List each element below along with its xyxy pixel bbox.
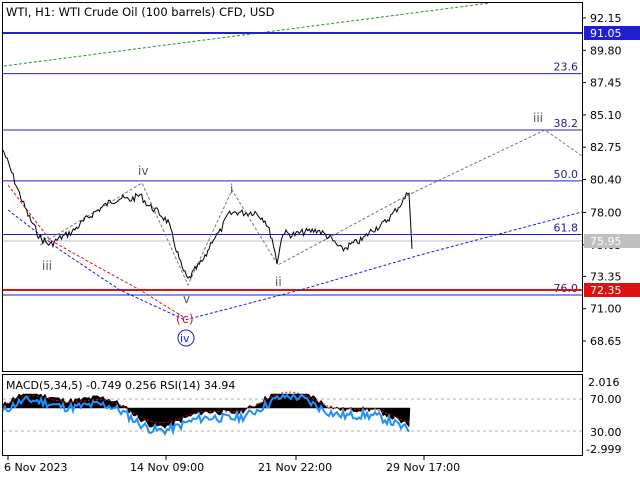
time-label-29-nov: 29 Nov 17:00 xyxy=(386,461,460,474)
svg-text:): ) xyxy=(189,312,194,326)
indicator-tick-30: 30.00 xyxy=(590,426,622,439)
wave-label-ii: ii xyxy=(275,275,282,289)
price-axis-tick-label: 80.40 xyxy=(590,174,622,187)
price-tag-current: 75.95 xyxy=(590,235,622,248)
fib-level-label: 38.2 xyxy=(554,117,579,130)
time-label-14-nov: 14 Nov 09:00 xyxy=(130,461,204,474)
fib-level-label: 50.0 xyxy=(554,168,579,181)
fib-level-label: 61.8 xyxy=(554,221,579,234)
chart-canvas[interactable]: WTI, H1: WTI Crude Oil (100 barrels) CFD… xyxy=(0,0,640,480)
wave-label-iv: iv xyxy=(138,164,148,178)
wave-label-c-circled: ( c ) xyxy=(176,312,194,326)
svg-text:iv: iv xyxy=(180,332,190,345)
wave-label-i: i xyxy=(230,182,233,196)
indicator-tick-neg-2-999: -2.999 xyxy=(586,443,621,456)
price-axis-tick-label: 78.00 xyxy=(590,206,622,219)
price-axis-tick-label: 85.10 xyxy=(590,109,622,122)
price-axis-tick-label: 68.65 xyxy=(590,335,622,348)
price-axis-tick-label: 89.80 xyxy=(590,44,622,57)
indicator-tick-70: 70.00 xyxy=(590,393,622,406)
price-axis-tick-label: 92.15 xyxy=(590,12,622,25)
price-axis-tick-label: 87.45 xyxy=(590,77,622,90)
fib-level-label: 76.0 xyxy=(554,282,579,295)
price-tag-low: 72.35 xyxy=(590,284,622,297)
fib-level-label: 23.6 xyxy=(554,61,579,74)
time-label-21-nov: 21 Nov 22:00 xyxy=(258,461,332,474)
price-tag-high: 91.05 xyxy=(590,27,622,40)
svg-text:(: ( xyxy=(176,312,181,326)
price-axis-tick-label: 71.00 xyxy=(590,303,622,316)
indicator-title: MACD(5,34,5) -0.749 0.256 RSI(14) 34.94 xyxy=(6,379,235,392)
price-axis-tick-label: 73.35 xyxy=(590,270,622,283)
wave-label-iii-left: iii xyxy=(42,259,52,273)
svg-text:c: c xyxy=(182,312,189,326)
wave-label-iii-right: iii xyxy=(533,111,543,125)
wave-label-v: v xyxy=(183,292,190,306)
indicator-tick-2-016: 2.016 xyxy=(588,376,620,389)
time-label-6-nov: 6 Nov 2023 xyxy=(4,461,67,474)
chart-title: WTI, H1: WTI Crude Oil (100 barrels) CFD… xyxy=(6,5,275,19)
price-axis-tick-label: 82.75 xyxy=(590,141,622,154)
